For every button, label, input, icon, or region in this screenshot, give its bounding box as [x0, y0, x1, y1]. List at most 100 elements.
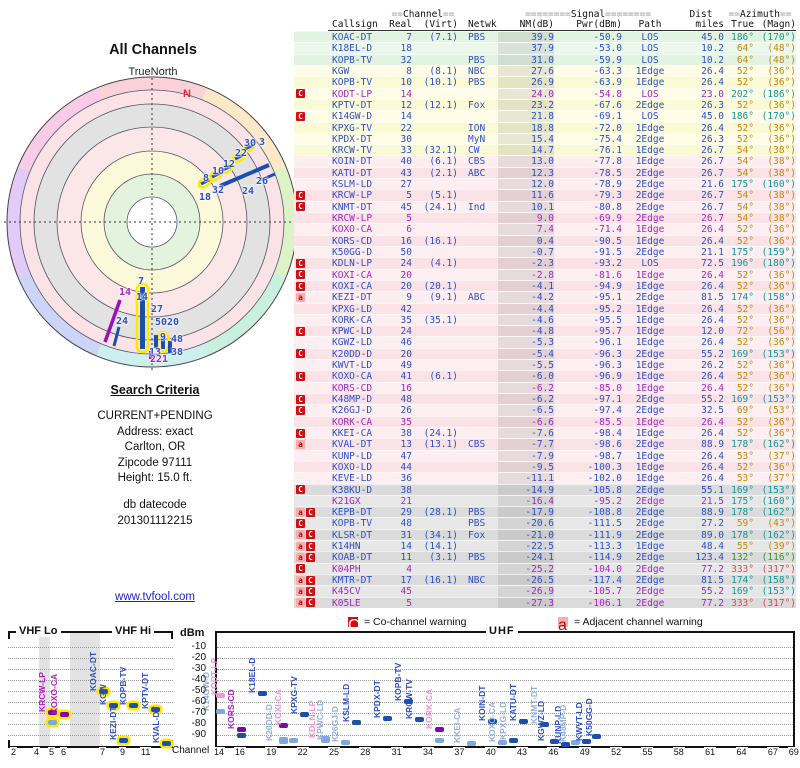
virtual-channel-cell: [412, 473, 458, 483]
path-cell: LOS: [641, 54, 659, 66]
nm-db-cell: 10.1: [498, 201, 554, 213]
azimuth-magn-cell: (170°): [761, 111, 796, 123]
column-header: Real: [389, 19, 412, 30]
power-dbm-cell: -69.1: [593, 111, 622, 123]
channel-tick-label: 6: [60, 747, 68, 757]
callsign-cell: K45CV: [332, 586, 361, 598]
channel-tick-label: 49: [578, 747, 591, 757]
dbm-gridline: [8, 647, 173, 648]
row-warning-markers: C: [294, 202, 328, 212]
azimuth-true-cell: 64°: [736, 54, 754, 66]
real-channel-cell: 24: [400, 258, 412, 270]
distance-cell: 21.1: [701, 246, 724, 258]
nm-db-cell: -4.6: [498, 314, 554, 326]
callsign-cell: KSLM-LD: [332, 179, 373, 191]
azimuth-true-cell: 69°: [736, 405, 754, 417]
row-warning-markers: C: [294, 405, 328, 415]
table-row: KORS-CD 16 -6.2 -85.0 1Edge 26.4 52° (36°): [294, 381, 796, 394]
table-row: a C K05LE 5 -27.3 -106.1 2Edge 77.2 333° (317°): [294, 596, 796, 609]
table-row: KOXO-LD 44 -9.5 -100.3 1Edge 26.4 52° (36°): [294, 460, 796, 473]
dbm-tick-label: -40: [191, 674, 206, 685]
path-cell: LOS: [641, 258, 659, 270]
table-row: a C KOAB-DT 11 (3.1) PBS -24.1 -114.9 2Edge 123.4…: [294, 551, 796, 564]
nm-db-cell: 37.9: [498, 43, 554, 54]
distance-cell: 12.0: [701, 326, 724, 338]
network-cell: [458, 451, 498, 461]
azimuth-magn-cell: (36°): [767, 65, 796, 77]
table-row: C KPWC-LD 24 -4.8 -95.7 1Edge 12.0 72° (56°): [294, 325, 796, 338]
co-channel-warning-badge: C: [296, 485, 305, 495]
azimuth-true-cell: 52°: [736, 303, 754, 315]
callsign-cell: KOIN-DT: [332, 156, 373, 168]
nm-db-cell: -0.7: [498, 246, 554, 258]
virtual-channel-cell: [412, 55, 458, 65]
radar-channel-label: 14: [136, 292, 149, 303]
azimuth-magn-cell: (56°): [767, 326, 796, 338]
network-cell: [458, 224, 498, 234]
azimuth-magn-cell: (162°): [761, 507, 796, 519]
table-row: C K26GJ-D 26 -6.5 -97.4 2Edge 32.5 69° (53°): [294, 404, 796, 417]
distance-cell: 27.2: [701, 518, 724, 530]
azimuth-magn-cell: (36°): [767, 360, 796, 372]
path-cell: 1Edge: [635, 303, 665, 315]
distance-cell: 26.7: [701, 156, 724, 168]
table-row: C KOPB-TV 48 PBS -20.6 -111.5 2Edge 27.2 59° (43°…: [294, 517, 796, 530]
callsign-cell: KOAB-DT: [332, 552, 373, 564]
row-warning-markers: aC: [294, 598, 328, 608]
row-warning-markers: C: [294, 518, 328, 529]
channel-tick-label: 31: [390, 747, 403, 757]
power-dbm-cell: -76.1: [593, 145, 622, 157]
co-channel-warning-badge: C: [296, 405, 305, 415]
power-dbm-cell: -93.2: [593, 258, 622, 270]
nm-db-cell: -26.9: [498, 586, 554, 597]
dbm-tick-label: -20: [191, 652, 206, 663]
table-row: KORK-CA 35 (35.1) -4.6 -95.5 1Edge 26.4 52° (36°…: [294, 313, 796, 326]
nm-db-cell: -6.5: [498, 405, 554, 416]
table-row: KPTV-DT 12 (12.1) Fox 23.2 -67.6 2Edge 26.3 52° (…: [294, 98, 796, 111]
power-dbm-cell: -96.3: [593, 360, 622, 372]
virtual-channel-cell: [412, 270, 458, 280]
nm-db-cell: 27.6: [498, 65, 554, 77]
distance-cell: 26.4: [701, 416, 724, 428]
distance-cell: 26.7: [701, 201, 724, 213]
row-warning-markers: aC: [294, 586, 328, 596]
signal-bar: [498, 739, 508, 745]
distance-cell: 26.4: [701, 450, 724, 462]
row-warning-markers: [294, 123, 328, 133]
signal-callsign-label: KGW: [98, 683, 108, 705]
power-dbm-cell: -72.0: [593, 122, 622, 134]
azimuth-true-cell: 52°: [736, 235, 754, 247]
power-dbm-cell: -54.8: [593, 88, 622, 100]
azimuth-magn-cell: (36°): [767, 314, 796, 326]
nm-db-cell: -4.1: [498, 280, 554, 292]
real-channel-cell: 4: [406, 563, 412, 575]
network-cell: [458, 360, 498, 370]
signal-bar: [414, 716, 424, 722]
real-channel-cell: 18: [400, 43, 412, 55]
azimuth-magn-cell: (160°): [761, 495, 796, 507]
row-warning-markers: C: [294, 270, 328, 280]
azimuth-magn-cell: (37°): [767, 473, 796, 485]
azimuth-true-cell: 186°: [731, 111, 754, 123]
co-channel-warning-badge: C: [296, 326, 305, 336]
channel-tick-label: 19: [265, 747, 278, 757]
real-channel-cell: 20: [400, 269, 412, 281]
row-warning-markers: [294, 66, 328, 76]
real-channel-cell: 31: [400, 529, 412, 541]
table-row: C K14GW-D 14 21.8 -69.1 LOS 45.0 186° (170°): [294, 110, 796, 123]
radar-channel-label: 32: [212, 185, 225, 196]
virtual-channel-cell: [412, 349, 458, 359]
table-row: C KOXI-CA 20 (20.1) -4.1 -94.9 1Edge 26.4 52° (36…: [294, 279, 796, 292]
signal-bar: [119, 737, 128, 743]
datecode-line: 201301112215: [117, 514, 193, 527]
table-row: KGWZ-LD 46 -5.3 -96.1 1Edge 26.4 52° (36°): [294, 336, 796, 348]
distance-cell: 26.4: [701, 224, 724, 236]
azimuth-true-cell: 333°: [731, 597, 754, 609]
callsign-cell: KPDX-DT: [332, 133, 373, 145]
adjacent-warning-badge: a: [296, 575, 305, 585]
network-cell: [458, 598, 498, 608]
tvfool-link[interactable]: www.tvfool.com: [55, 591, 255, 603]
criteria-line: Address: exact: [116, 425, 194, 438]
distance-cell: 72.5: [701, 258, 724, 270]
network-cell: [458, 281, 498, 291]
